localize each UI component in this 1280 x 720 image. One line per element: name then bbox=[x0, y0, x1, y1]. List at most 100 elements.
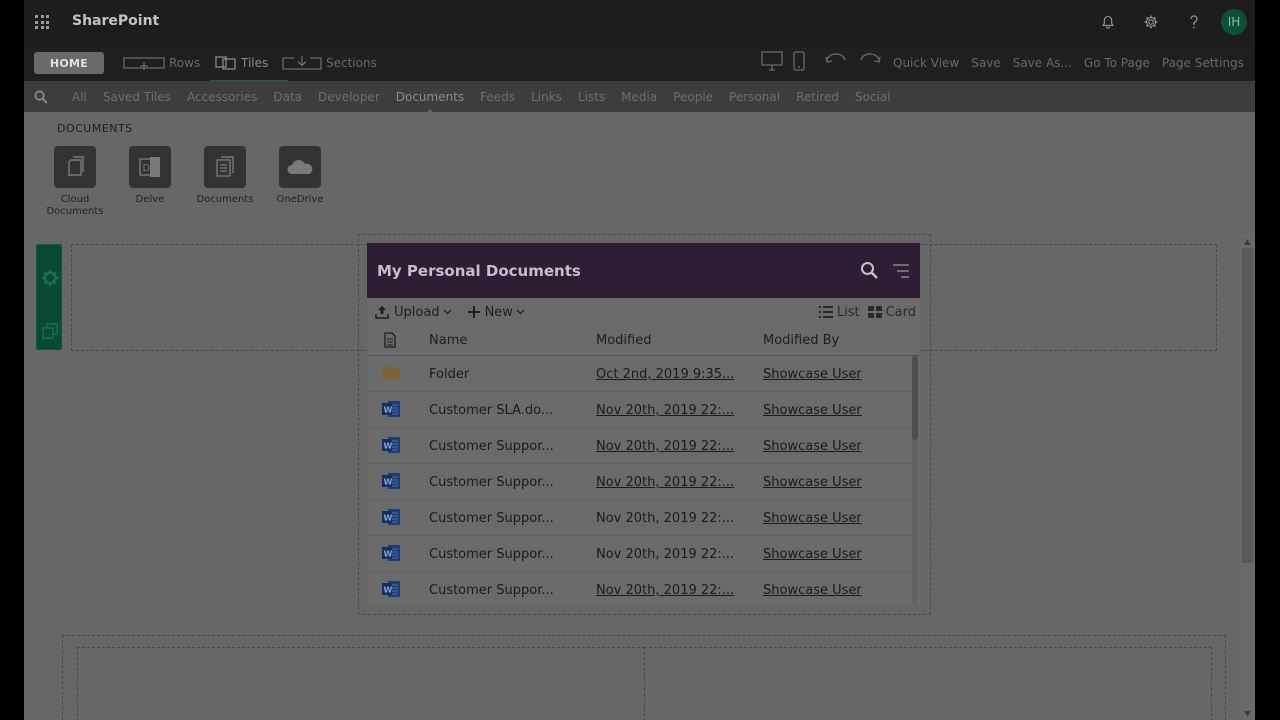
list-label: List bbox=[836, 304, 860, 320]
category-search-icon[interactable] bbox=[34, 89, 48, 108]
document-name[interactable]: Folder bbox=[429, 367, 469, 382]
category-retired[interactable]: Retired bbox=[796, 90, 839, 104]
category-list: All Saved Tiles Accessories Data Developer Do… bbox=[72, 81, 907, 113]
tile-label: Documents bbox=[196, 194, 254, 205]
chevron-down-icon bbox=[443, 309, 452, 315]
category-personal[interactable]: Personal bbox=[729, 90, 780, 104]
document-modified-by[interactable]: Showcase User bbox=[763, 511, 862, 526]
quick-view-button[interactable]: Quick View bbox=[893, 56, 959, 70]
document-name[interactable]: Customer Suppor... bbox=[429, 511, 554, 526]
undo-icon[interactable] bbox=[825, 53, 849, 73]
document-name[interactable]: Customer Suppor... bbox=[429, 583, 554, 598]
category-documents[interactable]: Documents bbox=[396, 90, 464, 113]
user-avatar[interactable]: IH bbox=[1221, 9, 1247, 35]
document-name[interactable]: Customer Suppor... bbox=[429, 475, 554, 490]
table-row[interactable]: W Customer Suppor... Nov 20th, 2019 22:...… bbox=[367, 428, 912, 464]
column-header-name[interactable]: Name bbox=[429, 333, 467, 348]
document-modified-date[interactable]: Oct 2nd, 2019 9:35... bbox=[596, 367, 734, 382]
table-row[interactable]: W Customer Suppor... Nov 20th, 2019 22:...… bbox=[367, 464, 912, 500]
column-header-modified[interactable]: Modified bbox=[596, 333, 651, 348]
scroll-up-icon[interactable]: ▲ bbox=[1240, 234, 1255, 248]
tile-onedrive[interactable]: OneDrive bbox=[270, 146, 330, 206]
rows-button[interactable]: Rows bbox=[123, 52, 200, 74]
document-modified-by[interactable]: Showcase User bbox=[763, 547, 862, 562]
document-modified-date: Nov 20th, 2019 22:... bbox=[596, 547, 735, 562]
category-links[interactable]: Links bbox=[531, 90, 562, 104]
file-type-column-icon[interactable] bbox=[384, 332, 396, 352]
new-button[interactable]: New bbox=[467, 304, 525, 320]
tiles-button[interactable]: Tiles bbox=[215, 52, 268, 74]
settings-gear-icon[interactable] bbox=[1129, 0, 1172, 44]
document-modified-by[interactable]: Showcase User bbox=[763, 439, 862, 454]
redo-icon[interactable] bbox=[857, 53, 881, 73]
app-frame: SharePoint IH HOME Rows Tiles Sections Q… bbox=[24, 0, 1255, 720]
document-name[interactable]: Customer SLA.do... bbox=[429, 403, 553, 418]
widget-sort-menu-icon[interactable] bbox=[892, 263, 910, 283]
row-settings-gear-icon[interactable] bbox=[39, 267, 61, 289]
category-lists[interactable]: Lists bbox=[578, 90, 605, 104]
page-scrollbar[interactable]: ▲ ▼ bbox=[1240, 234, 1255, 720]
new-label: New bbox=[484, 304, 513, 320]
table-row[interactable]: W Customer Suppor... Nov 20th, 2019 22:...… bbox=[367, 536, 912, 572]
widget-scrollbar[interactable] bbox=[912, 356, 918, 605]
widget-search-icon[interactable] bbox=[860, 261, 878, 283]
go-to-page-button[interactable]: Go To Page bbox=[1084, 56, 1150, 70]
document-modified-by[interactable]: Showcase User bbox=[763, 475, 862, 490]
category-all[interactable]: All bbox=[72, 90, 87, 104]
widget-action-bar: Upload New List Card bbox=[367, 298, 920, 326]
table-row[interactable]: W Customer Suppor... Nov 20th, 2019 22:...… bbox=[367, 572, 912, 606]
table-row[interactable]: W Customer Suppor... Nov 20th, 2019 22:...… bbox=[367, 500, 912, 536]
home-button[interactable]: HOME bbox=[34, 52, 104, 74]
folder-icon bbox=[381, 364, 401, 384]
document-name[interactable]: Customer Suppor... bbox=[429, 547, 554, 562]
document-name[interactable]: Customer Suppor... bbox=[429, 439, 554, 454]
app-title[interactable]: SharePoint bbox=[72, 13, 159, 29]
personal-documents-widget: My Personal Documents Upload New List Ca… bbox=[367, 243, 920, 606]
widget-scrollbar-thumb[interactable] bbox=[912, 356, 918, 440]
save-as-button[interactable]: Save As... bbox=[1013, 56, 1072, 70]
upload-button[interactable]: Upload bbox=[375, 305, 452, 320]
row-duplicate-icon[interactable] bbox=[39, 320, 61, 342]
widget-title: My Personal Documents bbox=[377, 261, 581, 280]
tile-documents[interactable]: Documents bbox=[195, 146, 255, 206]
card-view-button[interactable]: Card bbox=[867, 305, 916, 320]
category-developer[interactable]: Developer bbox=[318, 90, 380, 104]
document-modified-date[interactable]: Nov 20th, 2019 22:... bbox=[596, 439, 734, 454]
category-people[interactable]: People bbox=[673, 90, 713, 104]
tile-delve[interactable]: D Delve bbox=[120, 146, 180, 206]
document-modified-by[interactable]: Showcase User bbox=[763, 403, 862, 418]
help-icon[interactable] bbox=[1172, 0, 1215, 44]
category-social[interactable]: Social bbox=[855, 90, 891, 104]
document-modified-by[interactable]: Showcase User bbox=[763, 583, 862, 598]
document-modified-by[interactable]: Showcase User bbox=[763, 367, 862, 382]
upload-label: Upload bbox=[394, 304, 440, 320]
app-launcher-icon[interactable] bbox=[35, 15, 49, 29]
mobile-view-icon[interactable] bbox=[793, 51, 805, 75]
sections-label: Sections bbox=[326, 56, 377, 70]
tile-cloud-documents[interactable]: Cloud Documents bbox=[45, 146, 105, 218]
sections-button[interactable]: Sections bbox=[282, 52, 377, 74]
scroll-down-icon[interactable]: ▼ bbox=[1240, 706, 1255, 720]
document-modified-date[interactable]: Nov 20th, 2019 22:... bbox=[596, 475, 734, 490]
category-data[interactable]: Data bbox=[273, 90, 302, 104]
page-scrollbar-thumb[interactable] bbox=[1242, 248, 1253, 563]
category-feeds[interactable]: Feeds bbox=[480, 90, 515, 104]
table-row[interactable]: W Customer SLA.do... Nov 20th, 2019 22:...… bbox=[367, 392, 912, 428]
category-media[interactable]: Media bbox=[621, 90, 657, 104]
table-row[interactable]: Folder Oct 2nd, 2019 9:35... Showcase User bbox=[367, 356, 912, 392]
notifications-bell-icon[interactable] bbox=[1086, 0, 1129, 44]
desktop-view-icon[interactable] bbox=[761, 51, 783, 75]
page-canvas: My Personal Documents Upload New List Ca… bbox=[24, 234, 1255, 720]
tile-label: Delve bbox=[135, 194, 165, 205]
column-header-modified-by[interactable]: Modified By bbox=[763, 333, 839, 348]
widget-header: My Personal Documents bbox=[367, 243, 920, 298]
category-accessories[interactable]: Accessories bbox=[187, 90, 257, 104]
save-button[interactable]: Save bbox=[971, 56, 1000, 70]
document-modified-date[interactable]: Nov 20th, 2019 22:... bbox=[596, 403, 734, 418]
list-view-button[interactable]: List bbox=[818, 304, 860, 320]
card-icon bbox=[867, 306, 882, 318]
category-saved-tiles[interactable]: Saved Tiles bbox=[103, 90, 171, 104]
onedrive-icon bbox=[279, 146, 321, 188]
page-settings-button[interactable]: Page Settings bbox=[1162, 56, 1244, 70]
document-modified-date[interactable]: Nov 20th, 2019 22:... bbox=[596, 583, 734, 598]
